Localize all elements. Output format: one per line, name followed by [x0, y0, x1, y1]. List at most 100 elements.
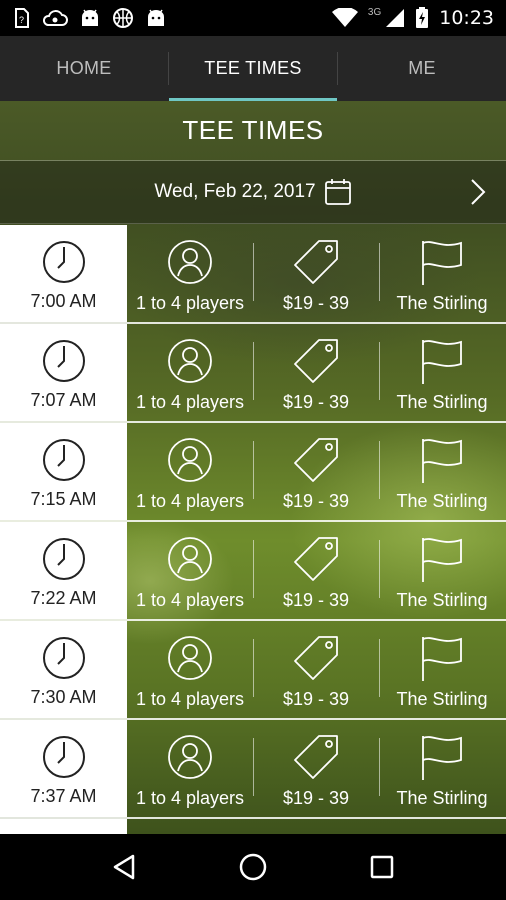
- course-flag-icon: [422, 241, 462, 285]
- android-icon: [82, 9, 98, 26]
- clock-icon: [42, 538, 85, 580]
- price-tag-icon: [294, 438, 338, 482]
- tee-time: 7:22 AM: [30, 588, 97, 608]
- course-text: The Stirling: [396, 293, 488, 313]
- calendar-icon[interactable]: [324, 178, 352, 206]
- time-cell[interactable]: 7:07 AM: [0, 324, 127, 421]
- back-button[interactable]: [104, 847, 144, 887]
- price-text: $19 - 39: [282, 788, 350, 808]
- price-tag-icon: [294, 240, 338, 284]
- basketball-icon: [113, 8, 133, 28]
- home-icon: [239, 853, 267, 881]
- players-cell: 1 to 4 players: [127, 621, 253, 718]
- recents-icon: [370, 855, 393, 879]
- course-flag-icon: [422, 340, 462, 384]
- price-tag-icon: [294, 339, 338, 383]
- course-cell: The Stirling: [379, 720, 505, 817]
- course-cell: The Stirling: [379, 522, 505, 619]
- cloud-icon: [42, 10, 68, 26]
- page-title: TEE TIMES: [0, 101, 506, 161]
- course-cell: The Stirling: [379, 225, 505, 322]
- course-text: The Stirling: [396, 491, 488, 511]
- tab-tee-times[interactable]: TEE TIMES: [169, 36, 337, 101]
- players-cell: 1 to 4 players: [127, 324, 253, 421]
- course-cell: The Stirling: [379, 621, 505, 718]
- players-text: 1 to 4 players: [135, 590, 245, 610]
- price-cell: $19 - 39: [253, 720, 379, 817]
- tee-time-row[interactable]: 7:30 AM 1 to 4 players $19 - 39 The Stirlin…: [0, 621, 506, 720]
- tab-me[interactable]: ME: [338, 36, 506, 101]
- system-icons: 3G 10:23: [331, 7, 494, 29]
- price-cell: $19 - 39: [253, 621, 379, 718]
- svg-text:?: ?: [19, 15, 24, 25]
- tee-time-row[interactable]: 7:00 AM 1 to 4 players $19 - 39 The Stirlin…: [0, 225, 506, 324]
- players-cell: 1 to 4 players: [127, 522, 253, 619]
- date-selector[interactable]: Wed, Feb 22, 2017: [0, 161, 506, 224]
- selected-date[interactable]: Wed, Feb 22, 2017: [154, 181, 315, 203]
- time-cell[interactable]: 7:15 AM: [0, 423, 127, 520]
- players-cell: 1 to 4 players: [127, 225, 253, 322]
- price-cell: $19 - 39: [253, 225, 379, 322]
- price-text: $19 - 39: [282, 590, 350, 610]
- players-text: 1 to 4 players: [135, 788, 245, 808]
- clock-icon: [42, 637, 85, 679]
- navigation-bar: [0, 834, 506, 900]
- time-cell[interactable]: 7:22 AM: [0, 522, 127, 619]
- tab-home[interactable]: HOME: [0, 36, 168, 101]
- home-button[interactable]: [233, 847, 273, 887]
- course-cell: The Stirling: [379, 324, 505, 421]
- next-row-peek: [0, 819, 127, 834]
- players-text: 1 to 4 players: [135, 689, 245, 709]
- price-tag-icon: [294, 735, 338, 779]
- time-cell[interactable]: 7:00 AM: [0, 225, 127, 322]
- wifi-icon: [331, 8, 358, 27]
- clock-icon: [42, 241, 85, 283]
- time-cell[interactable]: 7:37 AM: [0, 720, 127, 817]
- players-text: 1 to 4 players: [135, 293, 245, 313]
- signal-icon: [386, 9, 405, 27]
- recents-button[interactable]: [362, 847, 402, 887]
- back-icon: [114, 854, 135, 880]
- time-cell[interactable]: 7:30 AM: [0, 621, 127, 718]
- tee-time-list: 7:00 AM 1 to 4 players $19 - 39 The Stirlin…: [0, 225, 506, 819]
- players-icon: [168, 636, 212, 680]
- course-flag-icon: [422, 736, 462, 780]
- price-tag-icon: [294, 537, 338, 581]
- players-icon: [168, 537, 212, 581]
- price-cell: $19 - 39: [253, 324, 379, 421]
- notification-icons: ?: [14, 7, 166, 29]
- players-icon: [168, 735, 212, 779]
- players-cell: 1 to 4 players: [127, 720, 253, 817]
- clock-icon: [42, 340, 85, 382]
- tee-time: 7:15 AM: [30, 489, 97, 509]
- clock-icon: [42, 736, 85, 778]
- tee-times-screen: TEE TIMES Wed, Feb 22, 2017 7:00 AM 1 to …: [0, 101, 506, 834]
- tee-time: 7:37 AM: [30, 786, 97, 806]
- course-text: The Stirling: [396, 590, 488, 610]
- price-text: $19 - 39: [282, 689, 350, 709]
- course-cell: The Stirling: [379, 423, 505, 520]
- price-cell: $19 - 39: [253, 423, 379, 520]
- course-flag-icon: [422, 538, 462, 582]
- android-icon: [148, 9, 164, 26]
- players-icon: [168, 240, 212, 284]
- clock-icon: [42, 439, 85, 481]
- sim-card-icon: ?: [15, 8, 29, 28]
- tee-time-row[interactable]: 7:22 AM 1 to 4 players $19 - 39 The Stirlin…: [0, 522, 506, 621]
- tee-time: 7:07 AM: [30, 390, 97, 410]
- tee-time-row[interactable]: 7:07 AM 1 to 4 players $19 - 39 The Stirlin…: [0, 324, 506, 423]
- tee-time: 7:30 AM: [30, 687, 97, 707]
- battery-icon: [416, 7, 429, 28]
- players-text: 1 to 4 players: [135, 392, 245, 412]
- tee-time-row[interactable]: 7:15 AM 1 to 4 players $19 - 39 The Stirlin…: [0, 423, 506, 522]
- status-time: 10:23: [439, 7, 494, 29]
- players-icon: [168, 438, 212, 482]
- price-text: $19 - 39: [282, 392, 350, 412]
- next-date-arrow-icon[interactable]: [466, 177, 490, 207]
- tee-time-row[interactable]: 7:37 AM 1 to 4 players $19 - 39 The Stirlin…: [0, 720, 506, 819]
- price-text: $19 - 39: [282, 293, 350, 313]
- course-flag-icon: [422, 637, 462, 681]
- players-text: 1 to 4 players: [135, 491, 245, 511]
- course-text: The Stirling: [396, 788, 488, 808]
- players-cell: 1 to 4 players: [127, 423, 253, 520]
